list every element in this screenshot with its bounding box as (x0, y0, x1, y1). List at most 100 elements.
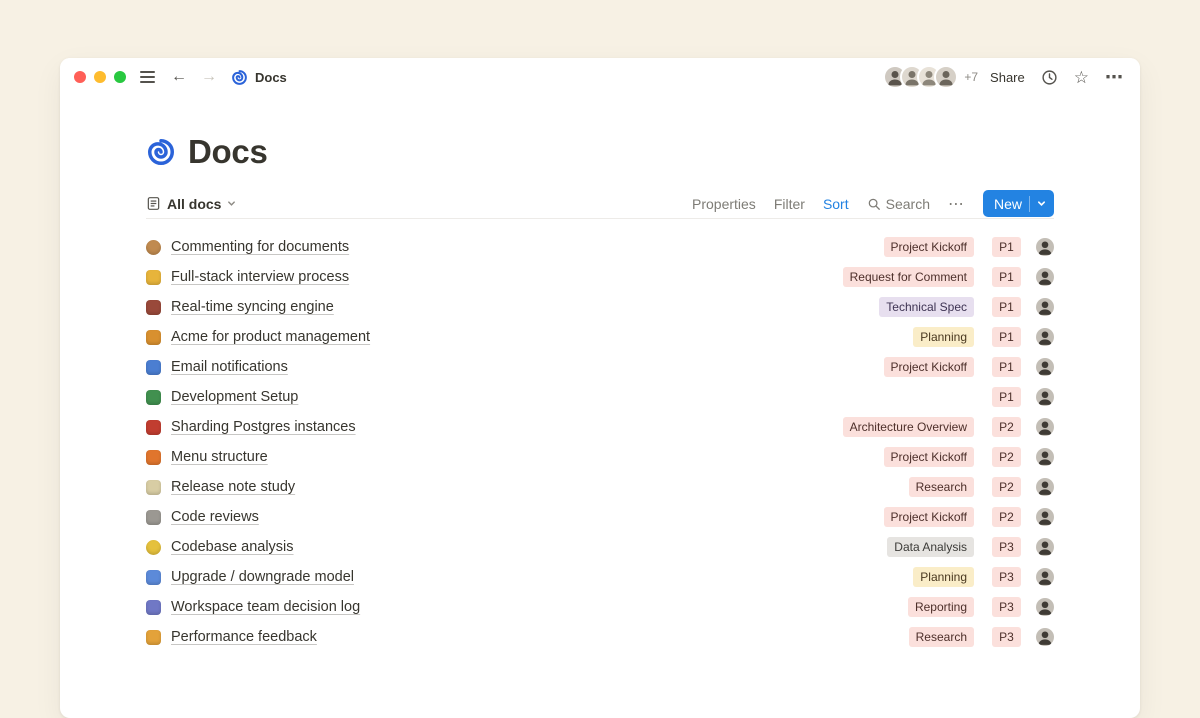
list-view-icon (146, 196, 161, 211)
construction-worker-emoji (146, 540, 161, 555)
tangerine-emoji (146, 630, 161, 645)
doc-tag: Request for Comment (843, 267, 974, 287)
back-icon[interactable]: ← (171, 69, 187, 85)
doc-tag: Technical Spec (879, 297, 974, 317)
search-label: Search (886, 196, 930, 212)
doc-title[interactable]: Acme for product management (171, 329, 370, 345)
search-button[interactable]: Search (867, 196, 930, 212)
doc-priority-badge: P1 (992, 357, 1021, 377)
assignee-avatar (1036, 388, 1054, 406)
doc-row[interactable]: Sharding Postgres instances Architecture… (146, 412, 1054, 442)
assignee-avatar (1036, 538, 1054, 556)
up-button-emoji (146, 570, 161, 585)
doc-tag: Reporting (908, 597, 974, 617)
doc-priority-badge: P1 (992, 237, 1021, 257)
collaborator-avatars[interactable] (883, 65, 958, 89)
close-window-button[interactable] (74, 71, 86, 83)
favorite-star-icon[interactable]: ☆ (1074, 69, 1089, 86)
doc-title[interactable]: Release note study (171, 479, 295, 495)
building-crane-emoji (146, 330, 161, 345)
collaborator-avatar (934, 65, 958, 89)
doc-row[interactable]: Commenting for documents Project Kickoff… (146, 232, 1054, 262)
doc-row[interactable]: Code reviews Project Kickoff P2 (146, 502, 1054, 532)
doc-row[interactable]: Real-time syncing engine Technical Spec … (146, 292, 1054, 322)
doc-title[interactable]: Email notifications (171, 359, 288, 375)
doc-title[interactable]: Performance feedback (171, 629, 317, 645)
doc-priority-badge: P3 (992, 627, 1021, 647)
doc-row[interactable]: Full-stack interview process Request for… (146, 262, 1054, 292)
doc-row[interactable]: Email notifications Project Kickoff P1 (146, 352, 1054, 382)
mailbox-emoji (146, 360, 161, 375)
railway-car-emoji (146, 390, 161, 405)
doc-row[interactable]: Menu structure Project Kickoff P2 (146, 442, 1054, 472)
doc-title[interactable]: Upgrade / downgrade model (171, 569, 354, 585)
assignee-avatar (1036, 238, 1054, 256)
doc-priority-badge: P1 (992, 387, 1021, 407)
doc-priority-badge: P3 (992, 567, 1021, 587)
window-controls (74, 71, 126, 83)
view-more-options-icon[interactable]: ⋯ (948, 194, 965, 214)
docs-spiral-logo-icon (231, 69, 248, 86)
doc-title[interactable]: Sharding Postgres instances (171, 419, 356, 435)
view-switcher[interactable]: All docs (146, 196, 236, 212)
assignee-avatar (1036, 568, 1054, 586)
zoom-window-button[interactable] (114, 71, 126, 83)
doc-title[interactable]: Full-stack interview process (171, 269, 349, 285)
sort-button[interactable]: Sort (823, 196, 849, 212)
doc-priority-badge: P3 (992, 597, 1021, 617)
doc-row[interactable]: Performance feedback Research P3 (146, 622, 1054, 652)
new-doc-button[interactable]: New (983, 190, 1054, 217)
assignee-avatar (1036, 478, 1054, 496)
doc-list: Commenting for documents Project Kickoff… (146, 232, 1054, 652)
doc-tag: Project Kickoff (884, 447, 974, 467)
assignee-avatar (1036, 268, 1054, 286)
assignee-avatar (1036, 448, 1054, 466)
chevron-down-icon (227, 199, 236, 208)
doc-priority-badge: P3 (992, 537, 1021, 557)
assignee-avatar (1036, 418, 1054, 436)
titlebar: ← → Docs +7 Share ☆ ⋯ (60, 58, 1140, 96)
assignee-avatar (1036, 298, 1054, 316)
doc-row[interactable]: Release note study Research P2 (146, 472, 1054, 502)
more-options-icon[interactable]: ⋯ (1105, 68, 1124, 86)
doc-title[interactable]: Code reviews (171, 509, 259, 525)
doc-title[interactable]: Workspace team decision log (171, 599, 360, 615)
handshake-emoji (146, 270, 161, 285)
avatar-overflow-count[interactable]: +7 (964, 70, 978, 84)
doc-title[interactable]: Codebase analysis (171, 539, 294, 555)
view-switcher-label: All docs (167, 196, 221, 212)
button-divider (1029, 196, 1030, 212)
doc-title[interactable]: Commenting for documents (171, 239, 349, 255)
doc-tag: Project Kickoff (884, 507, 974, 527)
properties-button[interactable]: Properties (692, 196, 756, 212)
new-doc-button-label: New (994, 196, 1022, 212)
doc-title[interactable]: Menu structure (171, 449, 268, 465)
doc-title[interactable]: Real-time syncing engine (171, 299, 334, 315)
window-title: Docs (255, 70, 287, 85)
share-button[interactable]: Share (990, 70, 1025, 85)
doc-row[interactable]: Upgrade / downgrade model Planning P3 (146, 562, 1054, 592)
minimize-window-button[interactable] (94, 71, 106, 83)
slot-machine-emoji (146, 420, 161, 435)
forward-icon[interactable]: → (201, 69, 217, 85)
doc-row[interactable]: Codebase analysis Data Analysis P3 (146, 532, 1054, 562)
notebook-emoji (146, 600, 161, 615)
doc-tag: Data Analysis (887, 537, 974, 557)
doc-priority-badge: P1 (992, 267, 1021, 287)
doc-row[interactable]: Acme for product management Planning P1 (146, 322, 1054, 352)
assignee-avatar (1036, 628, 1054, 646)
doc-row[interactable]: Development Setup P1 (146, 382, 1054, 412)
doc-tag: Research (909, 477, 974, 497)
filter-button[interactable]: Filter (774, 196, 805, 212)
sidebar-menu-icon[interactable] (140, 71, 155, 82)
carrot-emoji (146, 450, 161, 465)
doc-tag: Research (909, 627, 974, 647)
doc-title[interactable]: Development Setup (171, 389, 298, 405)
person-face-emoji (146, 240, 161, 255)
updates-clock-icon[interactable] (1041, 69, 1058, 86)
assignee-avatar (1036, 598, 1054, 616)
doc-tag: Planning (913, 567, 974, 587)
minus-emoji (146, 510, 161, 525)
doc-row[interactable]: Workspace team decision log Reporting P3 (146, 592, 1054, 622)
doc-priority-badge: P1 (992, 327, 1021, 347)
